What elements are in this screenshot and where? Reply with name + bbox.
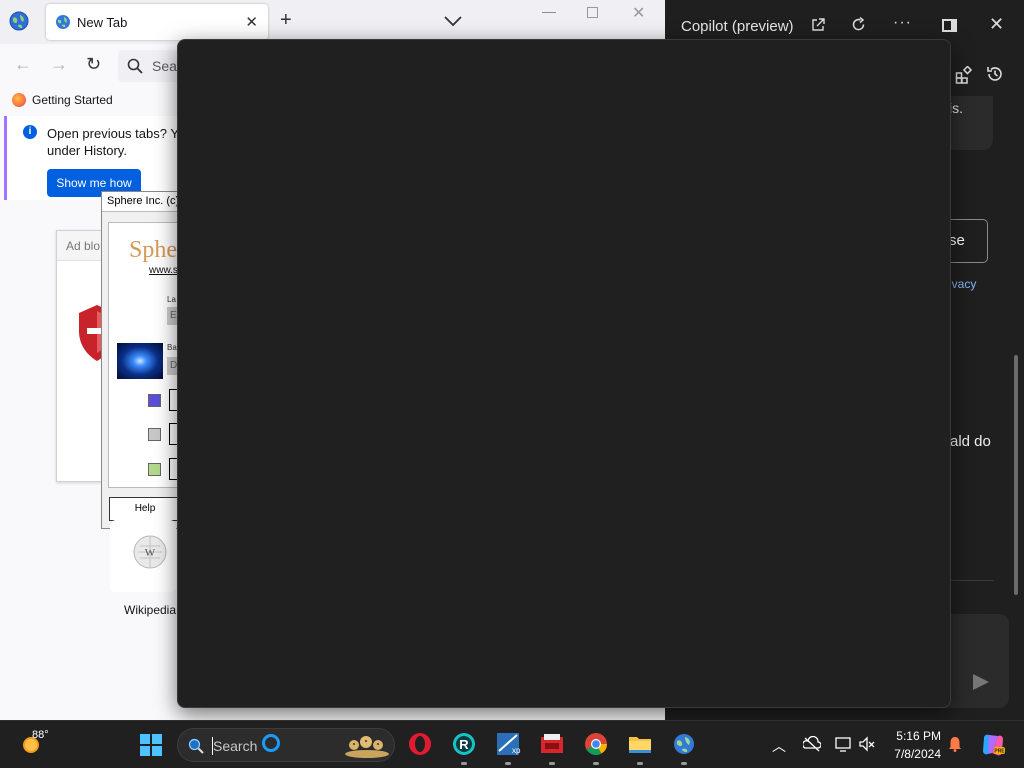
info-icon: i <box>23 125 37 139</box>
running-indicator <box>681 762 687 765</box>
color-swatch-purple[interactable] <box>148 394 161 407</box>
blank-dark-window[interactable] <box>177 39 951 708</box>
copilot-title: Copilot (preview) <box>681 18 794 35</box>
sphere-label-2: Ba <box>167 343 177 352</box>
color-swatch-gray[interactable] <box>148 428 161 441</box>
running-indicator <box>461 762 467 765</box>
tab-title: New Tab <box>77 15 128 30</box>
display-icon[interactable] <box>835 736 853 752</box>
cortana-icon <box>262 734 280 752</box>
search-text: Search <box>213 738 258 754</box>
tile-label: Wikipedia <box>124 603 177 617</box>
back-arrow-icon[interactable]: ← <box>14 54 32 75</box>
background-thumbnail[interactable] <box>117 343 163 379</box>
sphere-field-1-value: E <box>170 310 177 321</box>
svg-text:xp: xp <box>512 746 521 755</box>
maximize-icon[interactable] <box>587 7 598 18</box>
chevron-up-icon[interactable]: ︿ <box>772 736 786 756</box>
firefox-icon <box>12 93 26 107</box>
close-icon[interactable]: ✕ <box>245 13 258 31</box>
history-icon[interactable] <box>986 65 1004 83</box>
opera-icon[interactable] <box>407 731 433 757</box>
apps-icon[interactable] <box>955 66 973 84</box>
volume-muted-icon[interactable] <box>858 736 876 752</box>
sphere-website-link[interactable]: www.s <box>149 265 178 276</box>
chevron-down-icon[interactable] <box>443 11 463 31</box>
bookmark-getting-started[interactable]: Getting Started <box>32 93 113 107</box>
color-swatch-green[interactable] <box>148 463 161 476</box>
notice-text: Open previous tabs? You <box>47 126 193 141</box>
copilot-message-text: ald do <box>950 433 991 450</box>
scrollbar[interactable] <box>1014 355 1018 595</box>
search-highlight-illustration <box>345 736 389 758</box>
sphere-title: Sphere Inc. (c) <box>107 195 180 207</box>
dock-icon[interactable] <box>942 19 957 32</box>
url-placeholder: Sea <box>152 58 177 74</box>
copilot-card-text: is. <box>949 100 963 116</box>
clock-date[interactable]: 7/8/2024 <box>889 747 941 761</box>
running-indicator <box>637 762 643 765</box>
refresh-icon[interactable] <box>851 17 866 32</box>
wikipedia-icon: W <box>133 535 167 569</box>
more-icon[interactable]: ··· <box>893 14 912 32</box>
globe-icon <box>56 15 70 29</box>
file-explorer-icon[interactable] <box>627 731 653 757</box>
tab-strip: New Tab ✕ + — ✕ <box>0 0 665 44</box>
xp-app-icon[interactable]: xp <box>495 731 521 757</box>
close-icon[interactable]: ✕ <box>989 14 1004 35</box>
sphere-title-bar[interactable]: Sphere Inc. (c) <box>102 192 180 212</box>
ad-blocker-title: Ad blo <box>66 239 101 253</box>
external-link-icon[interactable] <box>811 18 825 32</box>
sphere-panel: Sphe www.s La E Ba D <box>108 222 181 488</box>
top-site-tile-wikipedia[interactable]: W <box>110 520 176 592</box>
globe-icon[interactable] <box>671 731 697 757</box>
app-r-icon[interactable]: R <box>451 731 477 757</box>
close-icon[interactable]: ✕ <box>632 3 645 23</box>
running-indicator <box>593 762 599 765</box>
sphere-logo: Sphe <box>129 237 177 263</box>
red-app-icon[interactable] <box>539 731 565 757</box>
copilot-icon[interactable]: PRE <box>980 732 1006 758</box>
chrome-icon[interactable] <box>583 731 609 757</box>
tab-new-tab[interactable]: New Tab ✕ <box>46 4 268 40</box>
taskbar-search-box[interactable]: Search <box>177 728 395 762</box>
search-icon <box>127 58 143 74</box>
taskbar: 88° Search R xp ︿ 5:16 PM 7/8/2024 PRE <box>0 720 1024 768</box>
windows-start-icon[interactable] <box>140 734 162 756</box>
new-tab-button[interactable]: + <box>280 9 292 31</box>
running-indicator <box>549 762 555 765</box>
svg-text:W: W <box>145 547 156 559</box>
forward-arrow-icon[interactable]: → <box>50 54 68 75</box>
help-button[interactable]: Help <box>109 497 181 521</box>
send-icon[interactable] <box>973 674 989 690</box>
search-icon <box>188 738 204 754</box>
temperature: 88° <box>32 729 49 741</box>
svg-text:PRE: PRE <box>994 749 1005 755</box>
reload-icon[interactable]: ↻ <box>86 54 101 75</box>
minimize-icon[interactable]: — <box>542 3 556 19</box>
copilot-button-label: se <box>949 232 965 249</box>
network-icon[interactable] <box>803 736 821 752</box>
clock-time[interactable]: 5:16 PM <box>893 729 941 743</box>
svg-text:R: R <box>459 737 469 752</box>
sphere-label-1: La <box>167 295 176 304</box>
bell-icon[interactable] <box>948 736 962 752</box>
sphere-dialog: Sphere Inc. (c) Sphe www.s La E Ba D Hel… <box>101 191 181 529</box>
running-indicator <box>505 762 511 765</box>
notice-text-2: under History. <box>47 143 127 158</box>
firefox-globe-icon[interactable] <box>8 10 30 32</box>
